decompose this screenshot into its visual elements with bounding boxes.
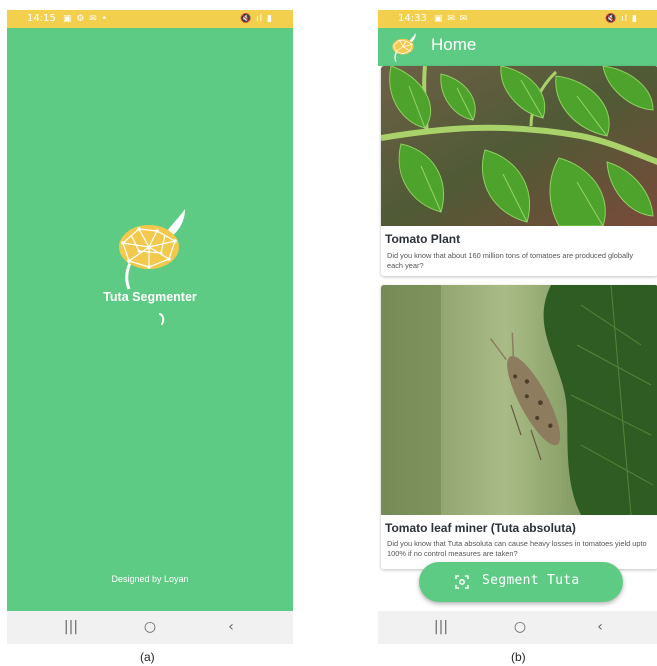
phone-splash-screen: 14:15 ▣ ⚙ ✉ • 🔇 ıl ▮ Tuta Segmenter Desi…	[7, 10, 293, 644]
tomato-plant-image	[381, 66, 657, 226]
system-navigation-bar: ||| ○ ‹	[378, 611, 657, 644]
app-bar: Home	[378, 28, 657, 66]
back-button[interactable]: ‹	[585, 611, 615, 644]
splash-app-title: Tuta Segmenter	[103, 290, 197, 304]
caption-a: (a)	[140, 650, 155, 664]
system-navigation-bar: ||| ○ ‹	[7, 611, 293, 644]
tuta-absoluta-moth-image	[381, 285, 657, 515]
card-description: Did you know that Tuta absoluta can caus…	[387, 539, 647, 558]
notification-icons: ▣ ⚙ ✉ •	[63, 14, 109, 24]
home-feed[interactable]: Tomato Plant Did you know that about 160…	[378, 66, 657, 611]
splash-background: Tuta Segmenter Designed by Loyan	[7, 28, 293, 611]
loading-spinner-icon	[159, 313, 165, 325]
home-button[interactable]: ○	[505, 611, 535, 644]
segment-tuta-button[interactable]: Segment Tuta	[419, 562, 623, 602]
splash-footer: Designed by Loyan	[111, 574, 189, 584]
info-card-tomato-plant[interactable]: Tomato Plant Did you know that about 160…	[381, 66, 657, 276]
status-bar: 14:15 ▣ ⚙ ✉ • 🔇 ıl ▮	[7, 10, 293, 28]
card-description: Did you know that about 160 million tons…	[387, 251, 634, 270]
system-status-icons: 🔇 ıl ▮	[605, 14, 638, 24]
phone-home-screen: 14:33 ▣ ✉ ✉ 🔇 ıl ▮ Home Tomato Plant Did…	[378, 10, 657, 644]
info-card-tuta-absoluta[interactable]: Tomato leaf miner (Tuta absoluta) Did yo…	[381, 285, 657, 569]
scan-icon	[455, 575, 469, 589]
home-button[interactable]: ○	[135, 611, 165, 644]
status-bar: 14:33 ▣ ✉ ✉ 🔇 ıl ▮	[378, 10, 657, 28]
app-logo-icon	[119, 209, 185, 290]
notification-icons: ▣ ✉ ✉	[434, 14, 469, 24]
recent-apps-button[interactable]: |||	[426, 611, 456, 644]
page-title: Home	[431, 35, 477, 54]
status-time: 14:33	[398, 13, 427, 24]
caption-b: (b)	[511, 650, 526, 664]
segment-tuta-label: Segment Tuta	[482, 573, 580, 588]
figure: 14:15 ▣ ⚙ ✉ • 🔇 ıl ▮ Tuta Segmenter Desi…	[0, 0, 657, 666]
app-logo-icon	[392, 33, 416, 62]
back-button[interactable]: ‹	[216, 611, 246, 644]
card-title: Tomato Plant	[385, 232, 461, 246]
system-status-icons: 🔇 ıl ▮	[240, 14, 273, 24]
card-title: Tomato leaf miner (Tuta absoluta)	[385, 521, 576, 535]
status-time: 14:15	[27, 13, 56, 24]
recent-apps-button[interactable]: |||	[56, 611, 86, 644]
